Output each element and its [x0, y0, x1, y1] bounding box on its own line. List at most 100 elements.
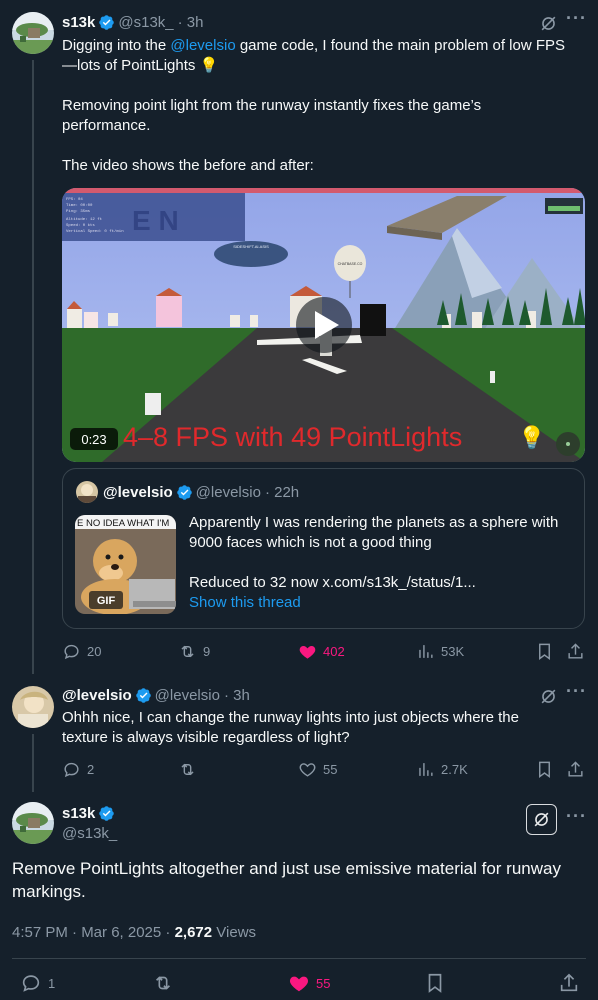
- bookmark-icon[interactable]: [535, 760, 554, 784]
- reply-button[interactable]: 2: [62, 760, 94, 779]
- like-count: 55: [323, 762, 338, 777]
- quote-text: Apparently I was rendering the planets a…: [189, 513, 581, 613]
- lightbulb-icon: 💡: [518, 425, 545, 450]
- tweet-meta: 4:57 PM · Mar 6, 2025 · 2,672 Views: [12, 924, 256, 941]
- bookmark-icon[interactable]: [424, 972, 446, 999]
- svg-text:E N: E N: [132, 205, 179, 236]
- avatar: [76, 481, 98, 503]
- verified-badge-icon: [99, 805, 115, 821]
- svg-text:Time: 00:00: Time: 00:00: [66, 203, 93, 208]
- tweet-header: @levelsio @levelsio · 3h: [62, 685, 250, 705]
- like-count: 402: [323, 644, 345, 659]
- main-header: s13k @s13k_: [62, 803, 118, 843]
- text-line: markings.: [12, 882, 86, 901]
- author-name[interactable]: s13k: [62, 805, 95, 822]
- timestamp[interactable]: · 3h: [224, 687, 250, 704]
- more-options-icon[interactable]: ···: [566, 806, 587, 827]
- video-frame: FPS: 04Time: 00:00Ping: 35ms Altitude: 1…: [62, 188, 585, 462]
- video-duration: 0:23: [81, 432, 106, 447]
- text-segment: game code, I found the main problem of l…: [235, 37, 566, 54]
- tweet-header: s13k @s13k_ · 3h: [62, 12, 204, 32]
- repost-button[interactable]: 9: [178, 642, 210, 661]
- repost-button[interactable]: [152, 972, 174, 994]
- thread-line: [32, 60, 34, 674]
- grok-icon: [534, 812, 549, 827]
- author-handle[interactable]: @s13k_: [62, 825, 118, 842]
- views-chart-icon: [419, 645, 433, 658]
- share-icon[interactable]: [566, 642, 585, 666]
- text-line: Apparently I was rendering the planets a…: [189, 514, 559, 531]
- repost-icon: [181, 645, 194, 658]
- gif-thumbnail[interactable]: E NO IDEA WHAT I'M GIF: [75, 515, 176, 614]
- reply-count: 2: [87, 762, 95, 777]
- like-button[interactable]: 55: [298, 760, 337, 779]
- mention-link[interactable]: @levelsio: [170, 37, 235, 54]
- reply-icon: [22, 975, 40, 992]
- reply-icon: [64, 762, 79, 778]
- heart-filled-icon: [299, 645, 316, 659]
- like-count: 55: [316, 975, 331, 991]
- reply-button[interactable]: 1: [20, 972, 55, 994]
- video-overlay-text: 4–8 FPS with 49 PointLights: [123, 422, 462, 452]
- like-button[interactable]: 55: [288, 972, 330, 994]
- more-options-icon[interactable]: ···: [566, 681, 587, 702]
- quoted-tweet[interactable]: @levelsio @levelsio · 22h E NO IDEA WHAT…: [62, 468, 585, 629]
- avatar[interactable]: [12, 802, 54, 844]
- views-count: 2,672: [174, 924, 213, 941]
- verified-badge-icon: [135, 687, 151, 703]
- balloon-label: CHATBASE.CO: [338, 262, 363, 266]
- divider: [12, 958, 586, 959]
- timestamp[interactable]: · 3h: [178, 14, 204, 31]
- avatar[interactable]: [12, 12, 54, 54]
- paragraph: The video shows the before and after:: [62, 157, 314, 174]
- bookmark-icon[interactable]: [535, 642, 554, 666]
- share-icon[interactable]: [566, 760, 585, 784]
- grok-icon[interactable]: [538, 13, 558, 33]
- reply-icon: [64, 644, 79, 660]
- timestamp: · 22h: [264, 483, 300, 501]
- repost-icon: [155, 976, 171, 990]
- repost-icon: [181, 763, 194, 776]
- avatar[interactable]: [12, 686, 54, 728]
- text-line: Reduced to 32 now x.com/s13k_/status/1..…: [189, 574, 476, 591]
- heart-filled-icon: [289, 976, 309, 992]
- timestamp[interactable]: 4:57 PM · Mar 6, 2025 ·: [12, 924, 175, 941]
- author-name: @levelsio: [103, 483, 173, 501]
- blimp-label: SIDESHIFT.AI.ASIS: [233, 244, 269, 249]
- verified-badge-icon: [99, 14, 115, 30]
- svg-text:FPS: 04: FPS: 04: [66, 198, 83, 202]
- repost-button[interactable]: [178, 760, 203, 779]
- text-line: 9000 faces which is not a good thing: [189, 534, 432, 551]
- views-count: 53K: [441, 644, 465, 659]
- author-handle[interactable]: @s13k_: [118, 14, 173, 31]
- share-icon[interactable]: [558, 972, 580, 999]
- like-button[interactable]: 402: [298, 642, 345, 661]
- svg-text:Altitude: 12 ft: Altitude: 12 ft: [66, 217, 102, 222]
- paragraph: Removing point light from the runway ins…: [62, 97, 482, 114]
- reply-button[interactable]: 20: [62, 642, 101, 661]
- video-player[interactable]: FPS: 04 Time: 00:00 Ping: 35ms Altitude: 1…: [62, 188, 585, 462]
- author-handle[interactable]: @levelsio: [155, 687, 220, 704]
- text-line: texture is always visible regardless of …: [62, 729, 350, 746]
- author-handle: @levelsio: [195, 483, 261, 501]
- views-button[interactable]: 53K: [416, 642, 464, 661]
- tweet-text: Digging into the @levelsio game code, I …: [62, 36, 587, 176]
- lightbulb-icon: 💡: [199, 57, 219, 74]
- author-name[interactable]: @levelsio: [62, 687, 132, 704]
- grok-button[interactable]: [526, 804, 557, 835]
- repost-count: 9: [203, 644, 211, 659]
- verified-badge-icon: [176, 484, 192, 500]
- more-options-icon[interactable]: ···: [566, 8, 587, 29]
- gif-badge: GIF: [97, 595, 116, 607]
- grok-icon[interactable]: [538, 686, 558, 706]
- show-thread-link[interactable]: Show this thread: [189, 593, 581, 613]
- views-button[interactable]: 2.7K: [416, 760, 468, 779]
- text-segment: Digging into the: [62, 37, 171, 54]
- reply-count: 1: [48, 975, 56, 991]
- text-line: Ohhh nice, I can change the runway light…: [62, 709, 519, 726]
- tweet-text: Ohhh nice, I can change the runway light…: [62, 708, 587, 748]
- main-tweet-text: Remove PointLights altogether and just u…: [12, 857, 588, 903]
- author-name[interactable]: s13k: [62, 14, 95, 31]
- svg-text:Speed: 0 kts: Speed: 0 kts: [66, 223, 95, 228]
- views-count: 2.7K: [441, 762, 468, 777]
